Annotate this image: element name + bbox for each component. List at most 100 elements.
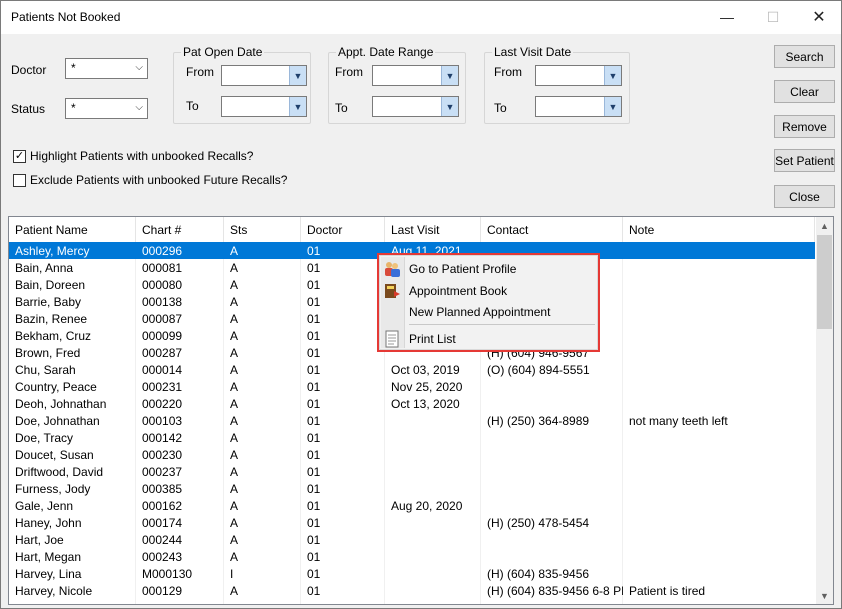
- cell-doctor: 01: [307, 448, 321, 462]
- cell-last-visit: [385, 548, 481, 565]
- exclude-future-recalls-checkbox[interactable]: Exclude Patients with unbooked Future Re…: [13, 173, 287, 187]
- table-row[interactable]: Doe, Tracy 000142 A 01: [9, 429, 815, 446]
- pat-open-from-label: From: [186, 65, 214, 79]
- scroll-up-icon[interactable]: ▲: [816, 217, 833, 234]
- maximize-icon[interactable]: ☐: [750, 1, 796, 33]
- pat-open-to-date[interactable]: ▼: [221, 96, 307, 117]
- cell-last-visit: [385, 463, 481, 480]
- cell-note: [623, 480, 815, 497]
- context-menu: Go to Patient Profile Appointment Book N…: [377, 253, 600, 352]
- table-row[interactable]: Harvey, Lina M000130 I 01 (H) (604) 835-9456: [9, 565, 815, 582]
- menu-item-appointment-book[interactable]: Appointment Book: [385, 280, 597, 302]
- cell-note: [623, 429, 815, 446]
- appt-to-date[interactable]: ▼: [372, 96, 459, 117]
- status-label: Status: [11, 102, 46, 116]
- last-visit-from-date[interactable]: ▼: [535, 65, 622, 86]
- table-row[interactable]: Hart, Megan 000243 A 01: [9, 548, 815, 565]
- table-row[interactable]: Deoh, Johnathan 000220 A 01 Oct 13, 2020: [9, 395, 815, 412]
- dropdown-arrow-icon[interactable]: ▼: [289, 97, 306, 116]
- cell-contact: [481, 531, 623, 548]
- dropdown-arrow-icon[interactable]: ▼: [441, 66, 458, 85]
- dropdown-arrow-icon[interactable]: ▼: [604, 97, 621, 116]
- column-header-last-visit[interactable]: Last Visit: [385, 217, 481, 242]
- cell-doctor: 01: [307, 244, 321, 258]
- cell-chart-number: 000142: [142, 431, 183, 445]
- vertical-scrollbar[interactable]: ▲ ▼: [816, 217, 833, 604]
- cell-status: A: [230, 499, 239, 513]
- cell-patient-name: Deoh, Johnathan: [15, 397, 107, 411]
- column-header-contact[interactable]: Contact: [481, 217, 623, 242]
- cell-patient-name: Doe, Tracy: [15, 431, 74, 445]
- menu-item-print-list[interactable]: Print List: [385, 328, 597, 350]
- cell-status: A: [230, 465, 239, 479]
- set-patient-button[interactable]: Set Patient: [774, 149, 835, 172]
- pat-open-from-date[interactable]: ▼: [221, 65, 307, 86]
- cell-note: Patient is tired: [629, 584, 706, 598]
- dropdown-arrow-icon[interactable]: ▼: [441, 97, 458, 116]
- cell-last-visit: [385, 582, 481, 599]
- menu-item-go-to-patient-profile[interactable]: Go to Patient Profile: [385, 258, 597, 280]
- cell-status: A: [230, 261, 239, 275]
- last-visit-to-date[interactable]: ▼: [535, 96, 622, 117]
- last-visit-date-group: Last Visit Date From ▼ To ▼: [484, 45, 630, 124]
- menu-item-new-planned-appointment[interactable]: New Planned Appointment: [407, 301, 597, 323]
- table-row[interactable]: Haney, John 000174 A 01 (H) (250) 478-5454: [9, 514, 815, 531]
- cell-contact: [481, 395, 623, 412]
- column-header-status[interactable]: Sts: [224, 217, 301, 242]
- table-row[interactable]: Harvey, Nicole 000129 A 01 (H) (604) 835-945…: [9, 582, 815, 599]
- highlight-recalls-checkbox[interactable]: ✓ Highlight Patients with unbooked Recal…: [13, 149, 253, 163]
- cell-patient-name: Bekham, Cruz: [15, 329, 92, 343]
- table-row[interactable]: Chu, Sarah 000014 A 01 Oct 03, 2019 (O) (604)…: [9, 361, 815, 378]
- appointment-book-icon: [385, 284, 400, 298]
- column-header-doctor[interactable]: Doctor: [301, 217, 385, 242]
- doctor-select[interactable]: * ⌵: [65, 58, 148, 79]
- checkbox-unchecked-icon[interactable]: [13, 173, 26, 187]
- search-button[interactable]: Search: [774, 45, 835, 68]
- cell-doctor: 01: [307, 261, 321, 275]
- cell-doctor: 01: [307, 550, 321, 564]
- close-window-icon[interactable]: ✕: [796, 1, 841, 33]
- last-visit-from-label: From: [494, 65, 522, 79]
- appt-from-date[interactable]: ▼: [372, 65, 459, 86]
- cell-doctor: 01: [307, 295, 321, 309]
- cell-chart-number: 000099: [142, 329, 183, 343]
- cell-last-visit: Nov 25, 2020: [391, 380, 463, 394]
- cell-chart-number: 000244: [142, 533, 183, 547]
- remove-button[interactable]: Remove: [774, 115, 835, 138]
- column-header-patient-name[interactable]: Patient Name: [9, 217, 136, 242]
- cell-last-visit: [385, 480, 481, 497]
- column-header-chart-number[interactable]: Chart #: [136, 217, 224, 242]
- cell-doctor: 01: [307, 465, 321, 479]
- clear-button[interactable]: Clear: [774, 80, 835, 103]
- table-row[interactable]: Doe, Johnathan 000103 A 01 (H) (250) 364-898…: [9, 412, 815, 429]
- cell-doctor: 01: [307, 414, 321, 428]
- cell-patient-name: Bain, Doreen: [15, 278, 86, 292]
- scroll-down-icon[interactable]: ▼: [816, 587, 833, 604]
- column-header-note[interactable]: Note: [623, 217, 815, 242]
- cell-doctor: 01: [307, 567, 321, 581]
- cell-patient-name: Gale, Jenn: [15, 499, 74, 513]
- cell-last-visit: [385, 446, 481, 463]
- cell-patient-name: Haney, John: [15, 516, 82, 530]
- dropdown-arrow-icon[interactable]: ▼: [604, 66, 621, 85]
- minimize-icon[interactable]: —: [704, 1, 750, 33]
- table-row[interactable]: Country, Peace 000231 A 01 Nov 25, 2020: [9, 378, 815, 395]
- table-row[interactable]: Gale, Jenn 000162 A 01 Aug 20, 2020: [9, 497, 815, 514]
- table-row[interactable]: Doucet, Susan 000230 A 01: [9, 446, 815, 463]
- table-row[interactable]: Furness, Jody 000385 A 01: [9, 480, 815, 497]
- cell-status: A: [230, 584, 239, 598]
- appt-to-label: To: [335, 101, 348, 115]
- cell-patient-name: Chu, Sarah: [15, 363, 76, 377]
- status-select[interactable]: * ⌵: [65, 98, 148, 119]
- cell-patient-name: Driftwood, David: [15, 465, 104, 479]
- table-row[interactable]: Hart, Joe 000244 A 01: [9, 531, 815, 548]
- cell-contact: (H) (250) 364-8989: [487, 414, 590, 428]
- cell-doctor: 01: [307, 499, 321, 513]
- table-row[interactable]: Driftwood, David 000237 A 01: [9, 463, 815, 480]
- dropdown-arrow-icon[interactable]: ▼: [289, 66, 306, 85]
- checkbox-checked-icon[interactable]: ✓: [13, 149, 26, 163]
- scroll-thumb[interactable]: [817, 235, 832, 329]
- exclude-future-recalls-label: Exclude Patients with unbooked Future Re…: [30, 173, 288, 187]
- close-button[interactable]: Close: [774, 185, 835, 208]
- cell-chart-number: 000103: [142, 414, 183, 428]
